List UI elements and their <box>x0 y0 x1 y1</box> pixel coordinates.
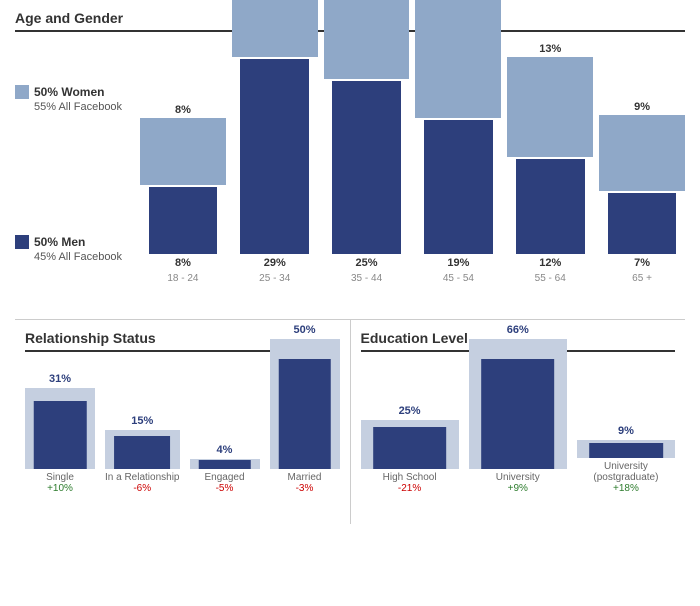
women-bar-5 <box>599 115 685 191</box>
rel-name-2: Engaged <box>204 472 244 483</box>
edu-fg-bar-2 <box>589 443 663 458</box>
women-legend-label: 50% Women <box>15 85 125 99</box>
edu-pct-0: 25% <box>399 405 421 417</box>
rel-bg-bar-2 <box>190 459 260 469</box>
men-label-text: 50% Men <box>34 235 85 249</box>
edu-pct-2: 9% <box>618 425 634 437</box>
edu-bar-group-0: 25% High School-21% <box>361 405 459 494</box>
rel-bg-bar-1 <box>105 430 180 469</box>
rel-bar-group-2: 4% Engaged-5% <box>190 444 260 494</box>
age-label-4: 55 - 64 <box>535 273 566 284</box>
edu-name-0: High School <box>383 472 437 483</box>
rel-name-1: In a Relationship <box>105 472 180 483</box>
ag-chart: 8%8%18 - 2426%29%25 - 3424%25%35 - 4419%… <box>140 44 685 304</box>
rel-fg-bar-1 <box>114 436 170 469</box>
rel-bg-bar-0 <box>25 388 95 469</box>
age-group-3: 19%19%45 - 54 <box>415 0 501 284</box>
men-pct-4: 12% <box>539 257 561 269</box>
rel-name-3: Married <box>288 472 322 483</box>
rel-change-0: +10% <box>47 483 73 494</box>
men-bar-5 <box>608 193 677 254</box>
ag-legend: 50% Women 55% All Facebook 50% Men 45% A… <box>15 44 125 304</box>
edu-name-2: University (postgraduate) <box>577 461 675 483</box>
edu-fg-bar-1 <box>481 359 555 470</box>
women-swatch <box>15 85 29 99</box>
age-group-0: 8% 8% 18 - 24 <box>140 104 226 284</box>
men-bar-2 <box>332 81 401 254</box>
rel-bar-group-3: 50% Married-3% <box>270 324 340 494</box>
men-bar-0 <box>149 187 218 254</box>
men-pct-2: 25% <box>356 257 378 269</box>
women-bar-4 <box>507 57 593 157</box>
men-sublabel: 45% All Facebook <box>34 251 125 263</box>
ag-content: 50% Women 55% All Facebook 50% Men 45% A… <box>15 44 685 304</box>
age-label-5: 65 + <box>632 273 652 284</box>
rel-fg-bar-3 <box>278 359 331 470</box>
rel-fg-bar-2 <box>198 460 251 469</box>
main-container: Age and Gender 50% Women 55% All Faceboo… <box>0 0 700 534</box>
edu-change-2: +18% <box>613 483 639 494</box>
edu-bg-bar-2 <box>577 440 675 458</box>
rel-change-1: -6% <box>133 483 151 494</box>
age-group-4: 13% 12% 55 - 64 <box>507 43 593 284</box>
men-bar-3 <box>424 120 493 254</box>
men-bar-4 <box>516 159 585 254</box>
edu-change-1: +9% <box>508 483 528 494</box>
men-legend-item: 50% Men 45% All Facebook <box>15 235 125 263</box>
age-group-1: 26%29%25 - 34 <box>232 0 318 284</box>
age-group-5: 9% 7% 65 + <box>599 101 685 284</box>
men-pct-1: 29% <box>264 257 286 269</box>
edu-change-0: -21% <box>398 483 421 494</box>
age-label-3: 45 - 54 <box>443 273 474 284</box>
edu-name-1: University <box>496 472 540 483</box>
relationship-chart: 31% Single+10% 15% In a Relationship-6% 4% En… <box>25 364 340 514</box>
women-label-text: 50% Women <box>34 85 104 99</box>
women-legend-item: 50% Women 55% All Facebook <box>15 85 125 113</box>
women-pct-0: 8% <box>175 104 191 116</box>
rel-pct-1: 15% <box>131 415 153 427</box>
edu-bg-bar-0 <box>361 420 459 469</box>
rel-change-2: -5% <box>216 483 234 494</box>
women-sublabel: 55% All Facebook <box>34 101 125 113</box>
men-pct-0: 8% <box>175 257 191 269</box>
edu-pct-1: 66% <box>507 324 529 336</box>
women-bar-2 <box>324 0 410 79</box>
rel-pct-2: 4% <box>217 444 233 456</box>
rel-pct-3: 50% <box>293 324 315 336</box>
age-label-2: 35 - 44 <box>351 273 382 284</box>
age-label-1: 25 - 34 <box>259 273 290 284</box>
rel-bar-group-1: 15% In a Relationship-6% <box>105 415 180 494</box>
rel-name-0: Single <box>46 472 74 483</box>
education-section: Education Level 25%High School-21%66%Uni… <box>351 320 686 524</box>
men-pct-3: 19% <box>447 257 469 269</box>
men-pct-5: 7% <box>634 257 650 269</box>
rel-bg-bar-3 <box>270 339 340 469</box>
women-bar-0 <box>140 118 226 185</box>
age-gender-section: Age and Gender 50% Women 55% All Faceboo… <box>15 10 685 304</box>
education-chart: 25%High School-21%66%University+9%9%Univ… <box>361 364 676 514</box>
men-swatch <box>15 235 29 249</box>
edu-bar-group-2: 9% University (postgraduate)+18% <box>577 425 675 494</box>
relationship-section: Relationship Status 31%Single+10%15%In a… <box>15 320 351 524</box>
age-label-0: 18 - 24 <box>167 273 198 284</box>
rel-fg-bar-0 <box>34 401 87 470</box>
men-legend-label: 50% Men <box>15 235 125 249</box>
men-bar-1 <box>240 59 309 254</box>
edu-bar-group-1: 66% University+9% <box>469 324 567 494</box>
rel-bar-group-0: 31% Single+10% <box>25 373 95 494</box>
women-bar-1 <box>232 0 318 57</box>
edu-fg-bar-0 <box>373 427 447 469</box>
age-group-2: 24%25%35 - 44 <box>324 0 410 284</box>
rel-pct-0: 31% <box>49 373 71 385</box>
edu-bg-bar-1 <box>469 339 567 469</box>
bottom-row: Relationship Status 31%Single+10%15%In a… <box>15 319 685 524</box>
women-bar-3 <box>415 0 501 118</box>
women-pct-4: 13% <box>539 43 561 55</box>
rel-change-3: -3% <box>296 483 314 494</box>
women-pct-5: 9% <box>634 101 650 113</box>
